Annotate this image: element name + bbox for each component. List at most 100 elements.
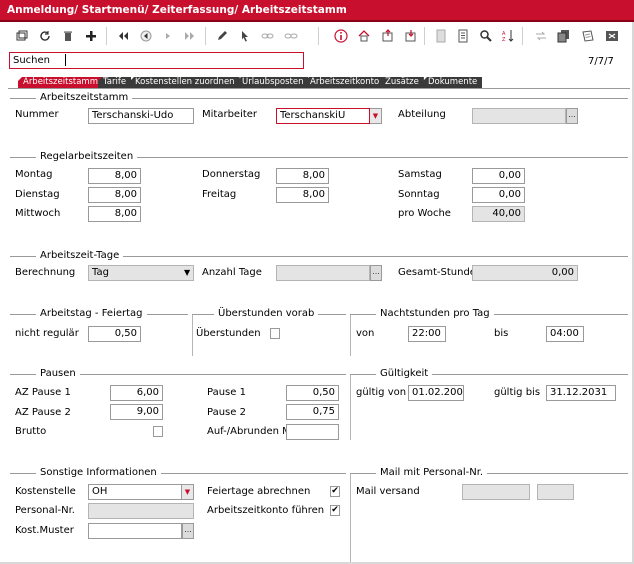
group-arbeitszeitstamm: Arbeitszeitstamm xyxy=(10,92,628,104)
group-arbeitszeit-tage: Arbeitszeit-Tage xyxy=(10,250,628,262)
search-label: Suchen xyxy=(13,55,51,66)
az-konto-label: Arbeitszeitkonto führen xyxy=(207,505,325,516)
mail-versand-field[interactable] xyxy=(462,484,530,500)
az-pause2-field[interactable]: 9,00 xyxy=(110,404,163,420)
pause1-label: Pause 1 xyxy=(207,387,246,398)
delete-icon[interactable] xyxy=(60,28,76,44)
nicht-regulaer-field[interactable]: 0,50 xyxy=(88,326,141,342)
tab-kostenstellen-zuordnen[interactable]: Kostenstellen zuordnen xyxy=(130,77,240,88)
az-pause1-field[interactable]: 6,00 xyxy=(110,385,163,401)
mittwoch-field[interactable]: 8,00 xyxy=(88,206,141,222)
ueberstunden-checkbox[interactable] xyxy=(270,328,280,339)
nicht-regulaer-label: nicht regulär xyxy=(15,328,79,339)
tab-arbeitszeitstamm[interactable]: Arbeitszeitstamm xyxy=(18,77,103,88)
list-icon[interactable] xyxy=(455,28,471,44)
last-record-icon[interactable] xyxy=(182,28,198,44)
group-arbeitstag-feiertag: Arbeitstag - Feiertag xyxy=(10,308,188,320)
sort-icon[interactable]: AZ xyxy=(500,28,516,44)
window-title: Anmeldung/ Startmenü/ Zeiterfassung/ Arb… xyxy=(0,0,634,20)
note-icon[interactable] xyxy=(580,28,596,44)
next-record-icon[interactable] xyxy=(160,28,176,44)
add-icon[interactable] xyxy=(83,28,99,44)
abteilung-lookup-icon[interactable]: ... xyxy=(566,108,578,124)
tab-dokumente[interactable]: Dokumente xyxy=(423,77,483,88)
toolbar-separator xyxy=(106,27,107,45)
group-title: Gültigkeit xyxy=(376,368,433,380)
nacht-bis-field[interactable]: 04:00 xyxy=(546,326,584,342)
berechnung-label: Berechnung xyxy=(15,267,76,278)
tab-zusaetze[interactable]: Zusätze xyxy=(380,77,424,88)
tab-urlaubsposten[interactable]: Urlaubsposten xyxy=(237,77,309,88)
edit-icon[interactable] xyxy=(214,28,230,44)
group-sonstige: Sonstige Informationen xyxy=(10,467,346,479)
export-icon[interactable] xyxy=(380,28,396,44)
mitarbeiter-field[interactable]: TerschanskiU xyxy=(276,108,370,124)
previous-record-icon[interactable] xyxy=(138,28,154,44)
nummer-field[interactable]: Terschanski-Udo xyxy=(88,108,194,124)
toolbar-separator xyxy=(318,27,319,45)
gueltig-von-field[interactable]: 01.02.2008 xyxy=(408,385,464,401)
link-icon[interactable] xyxy=(260,28,276,44)
az-pause2-label: AZ Pause 2 xyxy=(15,407,71,418)
anzahl-tage-field[interactable] xyxy=(276,265,370,281)
close-icon[interactable] xyxy=(604,28,620,44)
dienstag-field[interactable]: 8,00 xyxy=(88,187,141,203)
ueberstunden-label: Überstunden xyxy=(196,328,261,339)
copy-icon[interactable] xyxy=(556,28,572,44)
group-nachtstunden: Nachtstunden pro Tag xyxy=(350,308,628,320)
pro-woche-label: pro Woche xyxy=(398,208,451,219)
toolbar-separator xyxy=(522,27,523,45)
tab-arbeitszeitkonto[interactable]: Arbeitszeitkonto xyxy=(305,77,385,88)
mitarbeiter-label: Mitarbeiter xyxy=(202,109,258,120)
unlink-icon[interactable] xyxy=(283,28,299,44)
anzahl-tage-lookup-icon[interactable]: ... xyxy=(370,265,382,281)
sonntag-field[interactable]: 0,00 xyxy=(472,187,525,203)
chevron-down-icon[interactable]: ▼ xyxy=(184,266,190,280)
nacht-von-field[interactable]: 22:00 xyxy=(408,326,446,342)
mail-versand-extra-field[interactable] xyxy=(537,484,574,500)
pause1-field[interactable]: 0,50 xyxy=(286,385,339,401)
group-ueberstunden-vorab: Überstunden vorab xyxy=(192,308,346,320)
kost-muster-field[interactable] xyxy=(88,523,182,539)
search-caret xyxy=(65,54,66,66)
group-title: Arbeitszeit-Tage xyxy=(36,250,124,262)
import-icon[interactable] xyxy=(403,28,419,44)
home-icon[interactable] xyxy=(356,28,372,44)
pause2-field[interactable]: 0,75 xyxy=(286,404,339,420)
az-pause1-label: AZ Pause 1 xyxy=(15,387,71,398)
group-title: Arbeitstag - Feiertag xyxy=(36,308,147,320)
gesamt-stunde-label: Gesamt-Stunde xyxy=(398,267,476,278)
berechnung-value: Tag xyxy=(92,267,109,278)
abteilung-field[interactable] xyxy=(472,108,566,124)
info-icon[interactable] xyxy=(333,28,349,44)
gueltig-bis-field[interactable]: 31.12.2031 xyxy=(546,385,616,401)
nacht-bis-label: bis xyxy=(494,328,509,339)
kostenstelle-field[interactable]: OH xyxy=(88,484,182,500)
berechnung-select[interactable]: Tag xyxy=(88,265,194,281)
freitag-field[interactable]: 8,00 xyxy=(276,187,329,203)
donnerstag-field[interactable]: 8,00 xyxy=(276,168,329,184)
first-record-icon[interactable] xyxy=(115,28,131,44)
filter-icon[interactable] xyxy=(533,28,549,44)
feiertage-checkbox[interactable]: ✔ xyxy=(330,486,340,497)
personal-nr-field[interactable] xyxy=(88,503,194,519)
group-title: Nachtstunden pro Tag xyxy=(376,308,494,320)
report-icon[interactable] xyxy=(433,28,449,44)
personal-nr-label: Personal-Nr. xyxy=(15,505,75,516)
samstag-field[interactable]: 0,00 xyxy=(472,168,525,184)
refresh-icon[interactable] xyxy=(37,28,53,44)
az-konto-checkbox[interactable]: ✔ xyxy=(330,505,340,516)
search-icon[interactable] xyxy=(478,28,494,44)
tab-tarife[interactable]: Tarife xyxy=(98,77,132,88)
gesamt-stunde-field: 0,00 xyxy=(472,265,578,281)
gueltig-von-label: gültig von xyxy=(356,387,407,398)
brutto-checkbox[interactable] xyxy=(153,426,163,437)
aufabrunden-field[interactable] xyxy=(286,424,339,440)
pointer-icon[interactable] xyxy=(237,28,253,44)
restore-icon[interactable] xyxy=(14,28,30,44)
mitarbeiter-dropdown-icon[interactable]: ▼ xyxy=(370,108,382,124)
kostenstelle-dropdown-icon[interactable]: ▼ xyxy=(182,484,194,500)
search-input[interactable]: Suchen xyxy=(9,52,304,69)
montag-field[interactable]: 8,00 xyxy=(88,168,141,184)
kost-muster-lookup-icon[interactable]: ... xyxy=(182,523,194,539)
